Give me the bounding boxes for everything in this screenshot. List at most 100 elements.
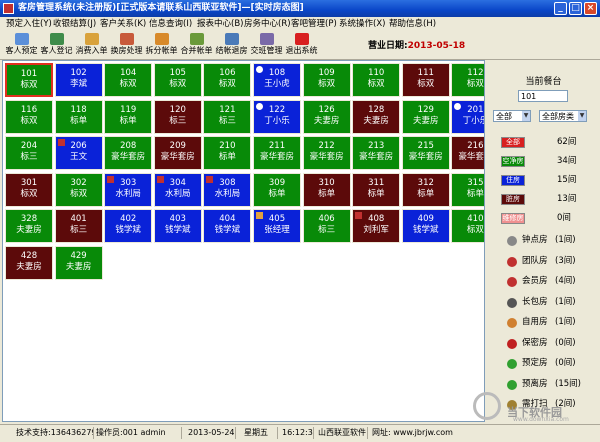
room-tile[interactable]: 428 夫妻房: [5, 245, 53, 280]
maximize-button[interactable]: □: [569, 2, 582, 15]
room-tile[interactable]: 405 张经理: [253, 209, 301, 243]
menu-item[interactable]: 预定入住(Y): [6, 18, 52, 30]
status-filter-item[interactable]: 全部 62间: [501, 137, 596, 149]
status-filter-select[interactable]: 全部 ▼: [493, 110, 531, 122]
room-type-count: (15间): [555, 378, 581, 389]
checkout-button[interactable]: 结帐退房: [214, 32, 249, 58]
room-tile[interactable]: 210 标单: [203, 136, 252, 170]
room-tile[interactable]: 406 标三: [302, 209, 351, 243]
room-type-item[interactable]: 自用房 (1间): [501, 317, 596, 329]
menu-item[interactable]: 房务中心(R): [244, 18, 291, 30]
shift-button[interactable]: 交班管理: [249, 32, 284, 58]
room-tile[interactable]: 410 标双: [451, 209, 484, 243]
room-tile[interactable]: 201丁小乐: [451, 99, 484, 134]
menu-item[interactable]: 帮助信息(H): [389, 18, 436, 30]
room-tile[interactable]: 302 标双: [54, 172, 103, 207]
status-filter-item[interactable]: 维修房 0间: [501, 213, 596, 225]
room-tile[interactable]: 206 王文: [54, 136, 103, 170]
room-number: 211: [268, 141, 286, 151]
room-type-item[interactable]: 预定房 (0间): [501, 358, 596, 370]
room-tile[interactable]: 403 钱学斌: [153, 209, 202, 243]
room-tile[interactable]: 304 水利局: [153, 172, 202, 207]
reservation-button[interactable]: 客人预定: [4, 32, 39, 58]
room-tile[interactable]: 102 李斌: [54, 63, 103, 97]
checkin-button[interactable]: 客人登记: [39, 32, 74, 58]
merge-bill-button[interactable]: 合并帐单: [179, 32, 214, 58]
room-tile[interactable]: 328 夫妻房: [5, 209, 53, 243]
room-tile[interactable]: 119 标单: [104, 99, 153, 134]
room-tile[interactable]: 129 夫妻房: [401, 99, 450, 134]
room-tile[interactable]: 216豪华套房: [451, 136, 484, 170]
room-tile[interactable]: 310 标单: [302, 172, 351, 207]
change-room-button[interactable]: 换房处理: [109, 32, 144, 58]
room-tile[interactable]: 122 丁小乐: [253, 99, 301, 134]
room-tile[interactable]: 204 标三: [5, 136, 53, 170]
room-tile[interactable]: 116 标双: [5, 99, 53, 134]
room-tile[interactable]: 301 标双: [5, 172, 53, 207]
status-filter-item[interactable]: 空净房 34间: [501, 156, 596, 168]
menu-item[interactable]: 客吧管理(P): [291, 18, 337, 30]
room-tile[interactable]: 303 水利局: [104, 172, 153, 207]
room-tile[interactable]: 120 标三: [153, 99, 202, 134]
exit-button[interactable]: 退出系统: [284, 32, 319, 58]
room-tile[interactable]: 312 标单: [401, 172, 450, 207]
room-tile[interactable]: 128 夫妻房: [352, 99, 401, 134]
room-type-filter-select[interactable]: 全部房类 ▼: [539, 110, 587, 122]
room-tile[interactable]: 404 钱学斌: [203, 209, 252, 243]
room-tile[interactable]: 118 标单: [54, 99, 103, 134]
room-tile[interactable]: 211 豪华套房: [253, 136, 301, 170]
room-tile[interactable]: 101 标双: [5, 63, 53, 97]
status-filter-item[interactable]: 脏房 13间: [501, 194, 596, 206]
room-tile[interactable]: 208 豪华套房: [104, 136, 153, 170]
room-tile[interactable]: 212 豪华套房: [302, 136, 351, 170]
menu-item[interactable]: 系统操作(X): [339, 18, 385, 30]
website[interactable]: 网址: www.jbrjw.com: [370, 427, 470, 439]
checkout-icon: [224, 33, 239, 45]
room-type-item[interactable]: 保密房 (0间): [501, 338, 596, 350]
room-tile[interactable]: 106 标双: [203, 63, 252, 97]
room-tile[interactable]: 104 标双: [104, 63, 153, 97]
room-tile[interactable]: 308 水利局: [203, 172, 252, 207]
room-tile[interactable]: 429 夫妻房: [54, 245, 103, 280]
split-bill-button[interactable]: 拆分帐单: [144, 32, 179, 58]
status-filter-item[interactable]: 住房 15间: [501, 175, 596, 187]
room-tile[interactable]: 209 豪华套房: [153, 136, 202, 170]
member-icon: [206, 175, 214, 183]
room-tile[interactable]: 213 豪华套房: [352, 136, 401, 170]
room-type-item[interactable]: 长包房 (1间): [501, 297, 596, 309]
room-number: 110: [368, 68, 385, 78]
room-tile[interactable]: 409 钱学斌: [401, 209, 450, 243]
room-tile[interactable]: 108 王小虎: [253, 63, 301, 97]
room-status-grid: 101 标双 102 李斌 104 标双 105 标双 106 标双 108 王小虎 109 标双 110 标…: [2, 60, 485, 422]
room-type-item[interactable]: 会员房 (4间): [501, 276, 596, 288]
consume-button[interactable]: 消费入单: [74, 32, 109, 58]
room-tile[interactable]: 309 标单: [253, 172, 301, 207]
room-type-item[interactable]: 钟点房 (1间): [501, 235, 596, 247]
menu-item[interactable]: 报表中心(B): [197, 18, 243, 30]
room-tile[interactable]: 121 标三: [203, 99, 252, 134]
room-type-item[interactable]: 预离房 (15间): [501, 379, 596, 391]
room-tile[interactable]: 109 标双: [302, 63, 351, 97]
room-tile[interactable]: 111 标双: [401, 63, 450, 97]
room-tile[interactable]: 110 标双: [352, 63, 401, 97]
close-button[interactable]: ×: [584, 2, 597, 15]
room-label: 标单: [466, 188, 484, 199]
room-tile[interactable]: 105 标双: [153, 63, 202, 97]
room-label: 豪华套房: [359, 152, 394, 162]
room-tile[interactable]: 112 标双: [451, 63, 484, 97]
room-tile[interactable]: 126 夫妻房: [302, 99, 351, 134]
menu-item[interactable]: 收银结算(J): [53, 18, 96, 30]
room-tile[interactable]: 402 钱学斌: [104, 209, 153, 243]
menu-item[interactable]: 客户关系(K): [100, 18, 146, 30]
room-number: 104: [120, 68, 137, 78]
menu-item[interactable]: 信息查询(I): [149, 18, 192, 30]
room-tile[interactable]: 401 标三: [54, 209, 103, 243]
current-table-input[interactable]: 101: [518, 90, 568, 102]
minimize-button[interactable]: _: [554, 2, 567, 15]
room-label: 夫妻房: [363, 115, 389, 126]
room-tile[interactable]: 408 刘利军: [352, 209, 401, 243]
room-tile[interactable]: 315 标单: [451, 172, 484, 207]
room-type-item[interactable]: 团队房 (3间): [501, 256, 596, 268]
room-tile[interactable]: 311 标单: [352, 172, 401, 207]
room-tile[interactable]: 215 豪华套房: [401, 136, 450, 170]
